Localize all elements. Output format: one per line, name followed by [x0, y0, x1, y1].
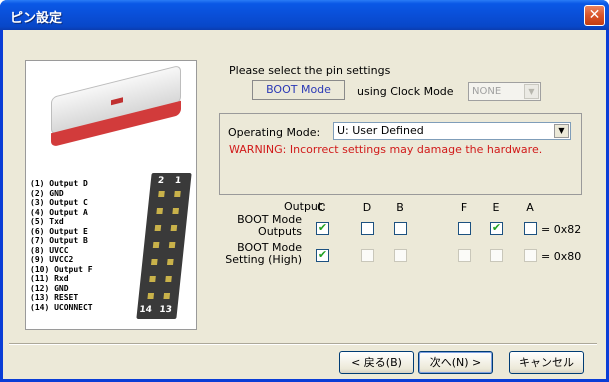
connector-pin — [156, 208, 163, 214]
column-header: B — [396, 201, 404, 214]
column-header: A — [526, 201, 534, 214]
connector-pin — [163, 293, 171, 299]
checkbox-boot-setting-b[interactable] — [394, 249, 407, 262]
cancel-button[interactable]: キャンセル — [509, 351, 584, 374]
clock-mode-value: NONE — [472, 86, 502, 97]
connector-pin — [151, 259, 158, 265]
checkbox-boot-setting-e[interactable] — [490, 249, 503, 262]
column-header: F — [460, 201, 468, 214]
checkbox-boot-setting-f[interactable] — [458, 249, 471, 262]
operating-mode-label: Operating Mode: — [228, 126, 321, 139]
row-label: BOOT Mode Setting (High) — [225, 242, 302, 266]
next-button[interactable]: 次へ(N) > — [418, 351, 493, 374]
instruction-text: Please select the pin settings — [229, 64, 391, 77]
pin-list-item: (8) UVCC — [30, 245, 69, 255]
connector-label: 2 — [157, 176, 165, 186]
pin-list-item: (6) Output E — [30, 226, 88, 236]
connector-pin — [158, 191, 165, 197]
connector-pin — [165, 276, 172, 282]
setting-hex-value: = 0x80 — [541, 250, 582, 263]
checkbox-boot-output-e[interactable]: ✔ — [490, 221, 503, 235]
row-label: BOOT Mode Outputs — [232, 214, 302, 238]
connector-pin — [154, 225, 162, 231]
connector-pin — [170, 225, 178, 231]
device-image-panel: (1) Output D (2) GND (3) Output C (4) Ou… — [25, 60, 197, 330]
checkbox-boot-setting-d[interactable] — [361, 249, 374, 262]
check-icon: ✔ — [317, 248, 328, 261]
checkbox-boot-output-d[interactable] — [361, 222, 374, 235]
chevron-down-icon[interactable]: ▼ — [524, 84, 539, 99]
pin-list-item: (14) UCONNECT — [30, 302, 93, 312]
connector-pin — [152, 242, 160, 248]
column-header: E — [492, 201, 500, 214]
operating-mode-select[interactable]: U: User Defined ▼ — [333, 122, 571, 140]
pin-list-item: (9) UVCC2 — [30, 255, 74, 264]
device-picture — [51, 64, 181, 167]
connector-pin — [167, 259, 174, 265]
window-title: ピン設定 — [10, 11, 63, 26]
divider — [9, 343, 597, 345]
connector-label: 14 — [138, 305, 153, 315]
clock-mode-select[interactable]: NONE ▼ — [468, 82, 541, 101]
title-bar[interactable]: ピン設定 ✕ — [0, 0, 609, 30]
connector-picture: 2 1 14 13 — [136, 173, 192, 319]
outputs-hex-value: = 0x82 — [541, 223, 582, 236]
pin-list-item: (10) Output F — [30, 264, 93, 274]
checkbox-boot-output-f[interactable] — [458, 222, 471, 235]
column-header: D — [362, 201, 372, 214]
connector-pin — [172, 208, 179, 214]
connector-pin — [147, 293, 155, 299]
checkbox-boot-output-c[interactable]: ✔ — [316, 221, 329, 235]
chevron-down-icon[interactable]: ▼ — [554, 124, 569, 138]
connector-pin — [174, 191, 181, 197]
operating-mode-value: U: User Defined — [337, 124, 424, 137]
boot-mode-label: BOOT Mode — [252, 80, 345, 100]
connector-pin — [168, 242, 176, 248]
pin-list-item: (3) Output C — [30, 198, 88, 207]
checkbox-boot-output-a[interactable] — [524, 222, 537, 235]
back-button[interactable]: < 戻る(B) — [339, 351, 414, 374]
pin-list-item: (7) Output B — [30, 236, 88, 245]
pin-list-item: (11) Rxd — [30, 274, 69, 283]
checkbox-boot-setting-c[interactable]: ✔ — [316, 248, 329, 262]
pin-list-item: (1) Output D — [30, 179, 88, 188]
pin-list-item: (2) GND — [30, 188, 64, 198]
row-label-line: Outputs — [258, 225, 302, 238]
row-label-line: Setting (High) — [225, 253, 302, 266]
checkbox-boot-setting-a[interactable] — [524, 249, 537, 262]
checkbox-boot-output-b[interactable] — [394, 222, 407, 235]
check-icon: ✔ — [491, 221, 502, 234]
clock-mode-label: using Clock Mode — [357, 85, 454, 98]
pin-list-item: (12) GND — [30, 283, 69, 293]
close-icon[interactable]: ✕ — [584, 5, 605, 26]
warning-text: WARNING: Incorrect settings may damage t… — [229, 143, 543, 156]
pin-list: (1) Output D (2) GND (3) Output C (4) Ou… — [30, 179, 93, 312]
check-icon: ✔ — [317, 221, 328, 234]
column-header: C — [317, 201, 325, 214]
connector-label: 13 — [158, 305, 173, 315]
connector-label: 1 — [174, 176, 182, 186]
connector-pin — [149, 276, 156, 282]
pin-list-item: (4) Output A — [30, 207, 88, 217]
pin-list-item: (13) RESET — [30, 293, 79, 302]
pin-list-item: (5) Txd — [30, 217, 64, 226]
